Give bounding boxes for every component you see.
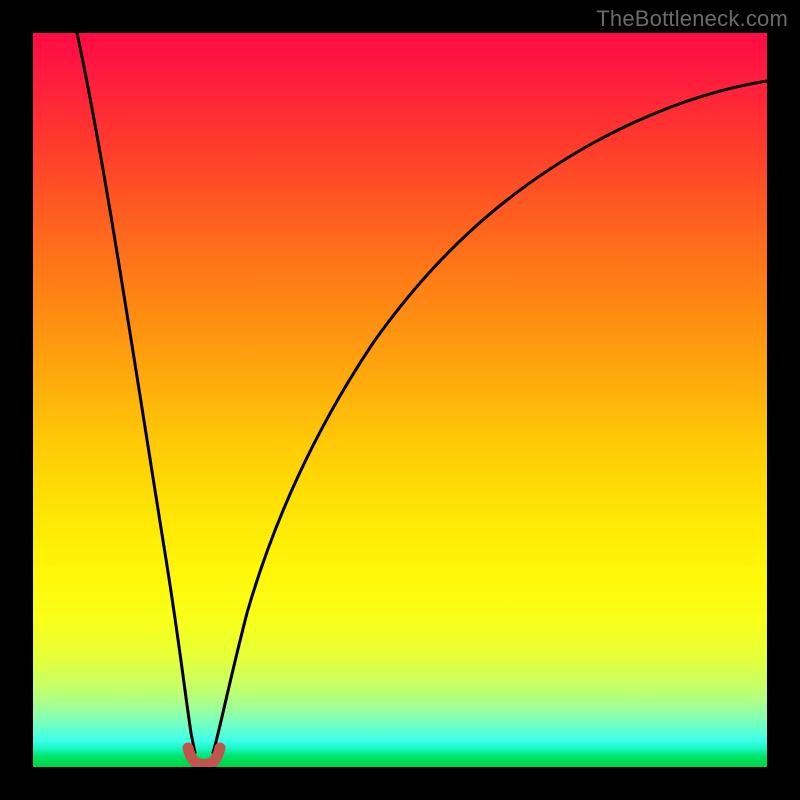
bottleneck-curve-right	[213, 81, 767, 753]
minimum-marker	[188, 748, 220, 765]
plot-area	[33, 33, 767, 767]
bottleneck-curve-left	[77, 33, 195, 753]
chart-frame: TheBottleneck.com	[0, 0, 800, 800]
watermark-text: TheBottleneck.com	[596, 6, 788, 32]
curve-layer	[33, 33, 767, 767]
